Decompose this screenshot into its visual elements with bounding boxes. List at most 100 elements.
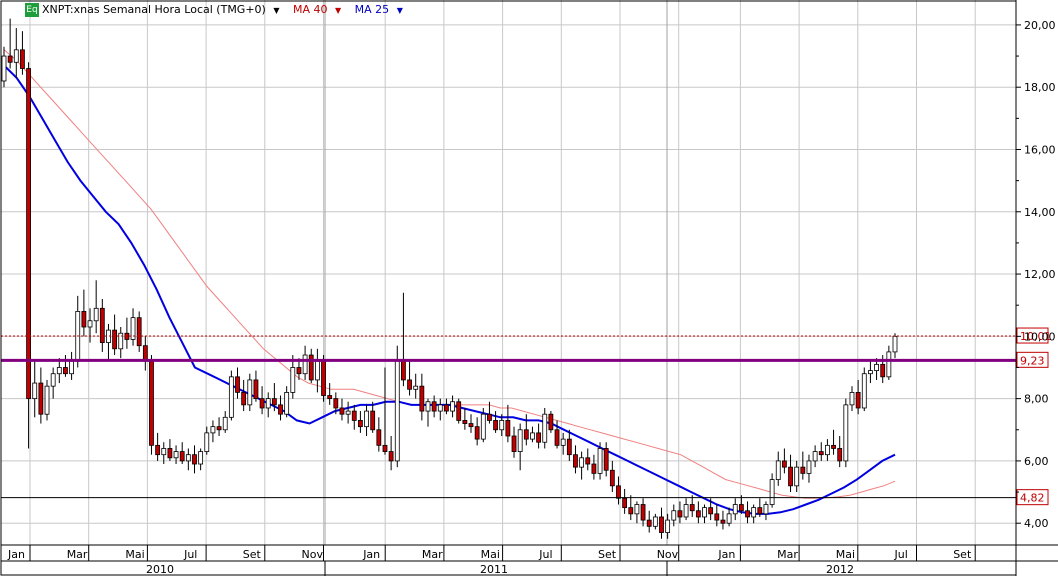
candle-body xyxy=(241,391,247,406)
candle-body xyxy=(222,416,228,431)
candle-body xyxy=(327,395,333,400)
candle-body xyxy=(554,429,560,446)
candle-body xyxy=(530,432,535,440)
candle-body xyxy=(136,317,142,347)
candle xyxy=(843,398,849,468)
candle-body xyxy=(364,410,369,428)
candle-body xyxy=(849,391,855,406)
candle-body xyxy=(579,457,585,468)
y-tick-label: 14,00 xyxy=(1024,206,1056,219)
candle-body xyxy=(560,438,566,446)
chart-background xyxy=(0,0,1058,576)
candle-body xyxy=(769,479,775,505)
candle-body xyxy=(50,373,56,387)
title-dropdown-icon[interactable]: ▼ xyxy=(273,6,279,15)
candle-body xyxy=(720,519,726,524)
candle-body xyxy=(738,504,744,512)
candle-body xyxy=(683,504,689,518)
candle-body xyxy=(886,351,892,378)
y-tick-label: 10,00 xyxy=(1024,330,1056,343)
candle xyxy=(394,345,400,468)
candle-body xyxy=(314,360,320,381)
year-label: 2012 xyxy=(826,563,854,576)
candle-body xyxy=(726,513,732,524)
ma25-label[interactable]: MA 25 xyxy=(355,3,390,16)
candle-body xyxy=(370,410,376,431)
candle-body xyxy=(566,438,572,456)
candle-body xyxy=(253,379,259,400)
candle-body xyxy=(351,410,357,421)
year-label: 2010 xyxy=(146,563,174,576)
candle-body xyxy=(591,463,597,474)
candle-body xyxy=(622,497,628,509)
candle-body xyxy=(880,363,886,378)
candle xyxy=(149,355,154,455)
candle xyxy=(548,411,554,433)
candle-body xyxy=(32,382,38,400)
candle-body xyxy=(837,448,843,462)
ma40-dropdown-icon[interactable]: ▼ xyxy=(335,6,341,15)
candle-body xyxy=(462,420,468,424)
candle-body xyxy=(603,448,609,471)
candle-body xyxy=(861,373,867,409)
candle-body xyxy=(99,307,105,343)
candle-body xyxy=(376,429,382,446)
candle-body xyxy=(56,367,62,375)
ma25-dropdown-icon[interactable]: ▼ xyxy=(397,6,403,15)
candle xyxy=(136,311,142,352)
candle-body xyxy=(708,507,714,515)
candle xyxy=(861,367,867,412)
candle-body xyxy=(444,404,449,412)
candle-body xyxy=(794,466,800,487)
candle-body xyxy=(757,507,763,515)
candle-body xyxy=(388,451,394,462)
candle-body xyxy=(290,367,296,393)
y-tick-label: 6,00 xyxy=(1024,455,1049,468)
candle-body xyxy=(382,444,388,452)
candle-body xyxy=(216,426,222,431)
y-tick-label: 20,00 xyxy=(1024,19,1056,32)
candle-body xyxy=(763,504,769,515)
candle xyxy=(542,407,548,449)
year-label: 2011 xyxy=(480,563,508,576)
candle-body xyxy=(192,454,197,465)
candle-body xyxy=(536,432,541,443)
candle-body xyxy=(597,448,603,474)
candle-body xyxy=(179,451,185,462)
candle-body xyxy=(542,413,548,443)
candle-body xyxy=(646,519,652,527)
candle-body xyxy=(493,420,498,431)
candle-body xyxy=(425,401,431,412)
x-tick-label: Mar xyxy=(422,548,443,561)
candle-body xyxy=(573,454,578,468)
candle-body xyxy=(788,466,793,487)
y-tick-label: 16,00 xyxy=(1024,143,1056,156)
candle-body xyxy=(781,460,787,468)
price-tag-label: 9,23 xyxy=(1020,354,1045,367)
candle-body xyxy=(407,379,412,390)
candle-body xyxy=(616,485,621,499)
candle-body xyxy=(659,516,664,533)
x-tick-label: Jan xyxy=(362,548,380,561)
x-tick-label: Jul xyxy=(183,548,197,561)
candle-body xyxy=(93,307,99,322)
candlestick-chart: 10,019,234,82 4,006,008,0010,0012,0014,0… xyxy=(0,0,1058,576)
candle-body xyxy=(81,311,87,328)
candle-body xyxy=(714,513,720,521)
candle-body xyxy=(198,451,204,465)
candle-body xyxy=(394,360,400,462)
candle-body xyxy=(689,504,695,512)
candle-body xyxy=(480,413,486,440)
candle-body xyxy=(69,360,74,375)
candle-body xyxy=(87,320,93,328)
candle-body xyxy=(800,466,806,474)
candle-body xyxy=(818,451,824,456)
candle-body xyxy=(745,510,750,518)
candle-body xyxy=(487,413,492,421)
candle-body xyxy=(7,55,13,63)
y-tick-label: 8,00 xyxy=(1024,393,1049,406)
candle-body xyxy=(235,376,240,393)
ma40-label[interactable]: MA 40 xyxy=(293,3,328,16)
candle-body xyxy=(775,460,781,480)
candle-body xyxy=(149,360,154,446)
